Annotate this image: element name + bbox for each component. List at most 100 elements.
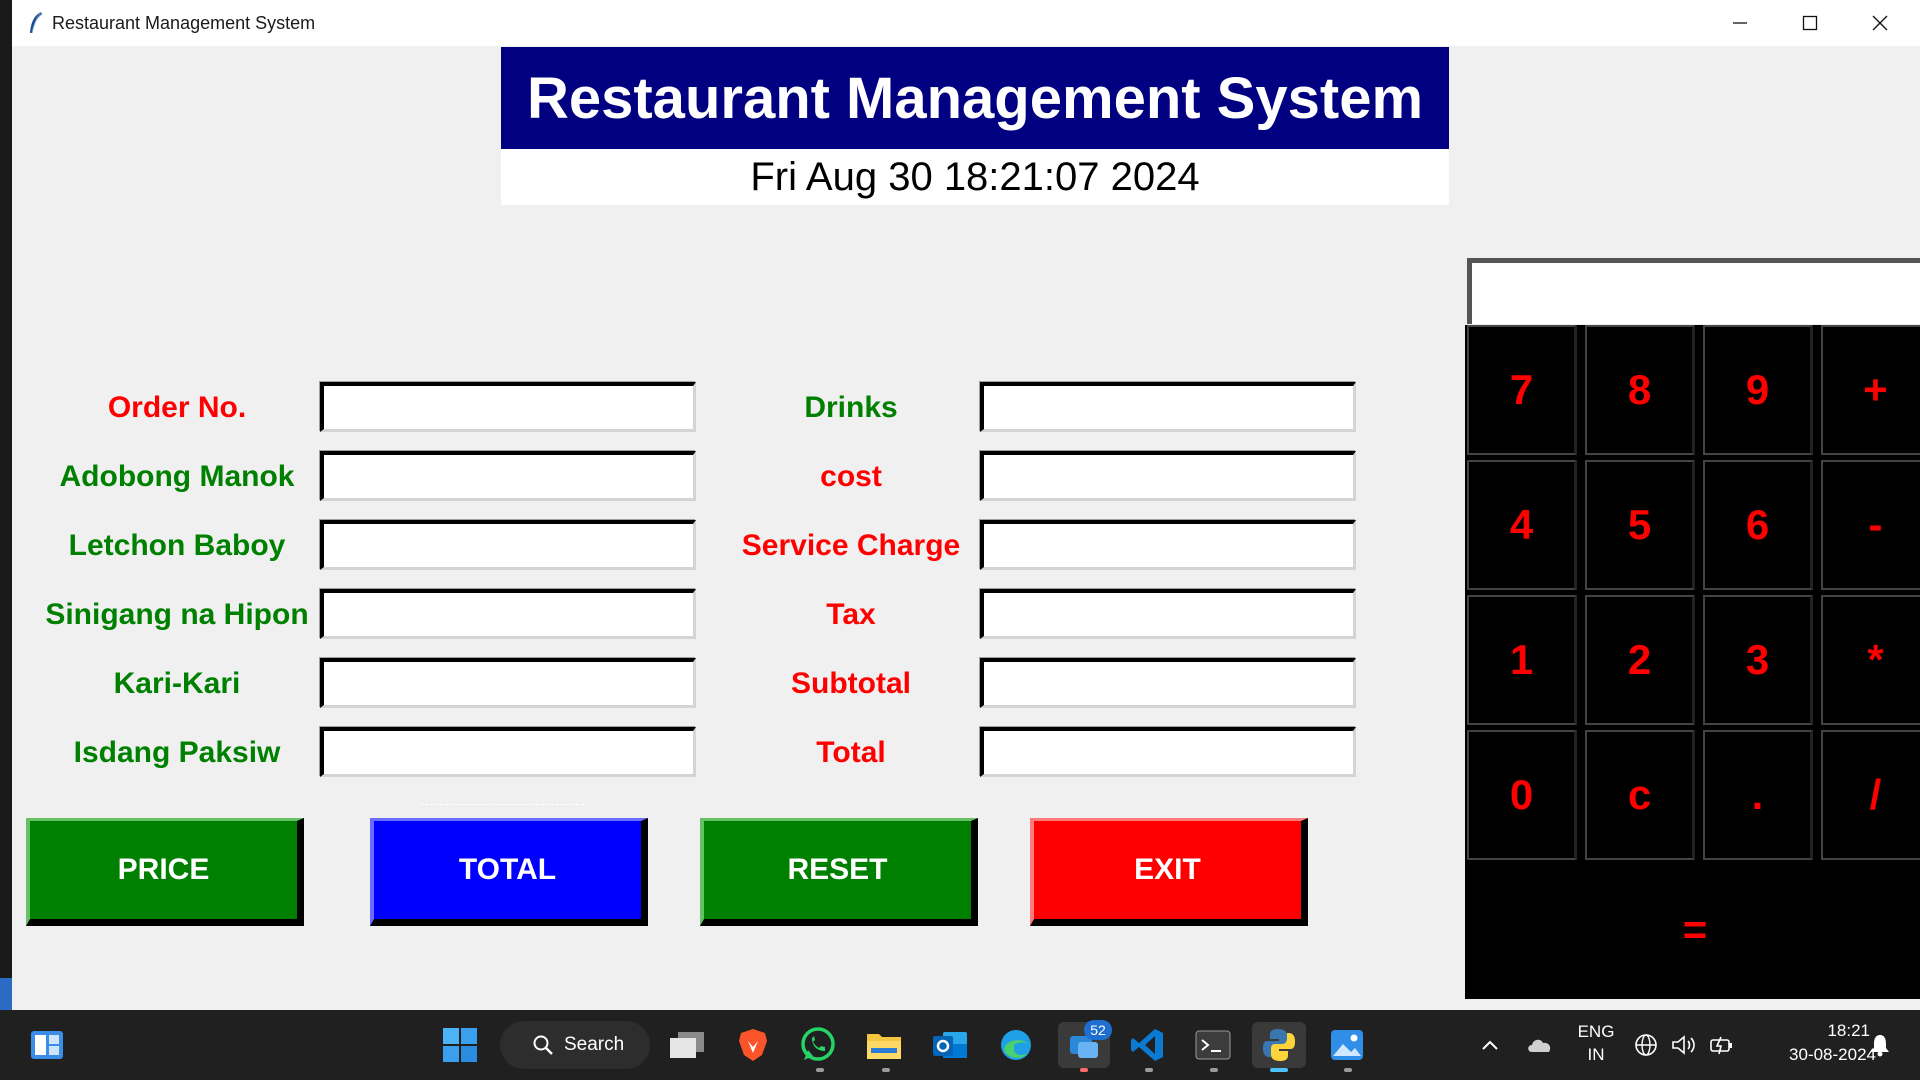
onedrive-button[interactable] — [1518, 1022, 1562, 1068]
minimize-icon — [1733, 22, 1747, 24]
label-kari-kari: Kari-Kari — [113, 667, 241, 700]
globe-icon — [1635, 1034, 1657, 1056]
adobong-manok-field[interactable] — [320, 451, 696, 501]
reset-button[interactable]: RESET — [700, 818, 978, 926]
maximize-button[interactable] — [1775, 0, 1845, 46]
taskbar: Search 52 ENG IN 18:21 30-08-2024 — [0, 1010, 1920, 1080]
running-indicator — [882, 1068, 890, 1072]
drinks-field[interactable] — [980, 382, 1356, 432]
key-4[interactable]: 4 — [1467, 460, 1577, 590]
task-view-button[interactable] — [664, 1022, 710, 1068]
label-subtotal: Subtotal — [791, 667, 911, 700]
file-explorer-button[interactable] — [861, 1022, 907, 1068]
teams-button[interactable]: 52 — [1058, 1020, 1112, 1068]
terminal-button[interactable] — [1190, 1022, 1236, 1068]
notification-badge: 52 — [1084, 1020, 1112, 1040]
service-charge-field[interactable] — [980, 520, 1356, 570]
key-8[interactable]: 8 — [1585, 325, 1695, 455]
calculator-display[interactable] — [1467, 258, 1920, 324]
title-bar: Restaurant Management System — [12, 0, 1920, 46]
key-9[interactable]: 9 — [1703, 325, 1813, 455]
label-order-no: Order No. — [107, 391, 247, 424]
vscode-button[interactable] — [1124, 1022, 1170, 1068]
chevron-up-icon — [1482, 1040, 1498, 1050]
label-letchon-baboy: Letchon Baboy — [68, 529, 286, 562]
whatsapp-icon — [801, 1027, 835, 1061]
key-7[interactable]: 7 — [1467, 325, 1577, 455]
date-band: Fri Aug 30 18:21:07 2024 — [501, 149, 1449, 205]
edge-browser-button[interactable] — [993, 1022, 1039, 1068]
key-minus[interactable]: - — [1821, 460, 1920, 590]
label-service-charge: Service Charge — [741, 529, 961, 562]
clock-time[interactable]: 18:21 — [1750, 1021, 1870, 1041]
key-3[interactable]: 3 — [1703, 595, 1813, 725]
cost-field[interactable] — [980, 451, 1356, 501]
brave-browser-button[interactable] — [730, 1022, 776, 1068]
outlook-icon — [933, 1032, 967, 1058]
key-clear[interactable]: c — [1585, 730, 1695, 860]
show-hidden-icons-button[interactable] — [1468, 1022, 1512, 1068]
key-6[interactable]: 6 — [1703, 460, 1813, 590]
window-title: Restaurant Management System — [52, 13, 316, 33]
exit-button[interactable]: EXIT — [1030, 818, 1308, 926]
python-icon — [1263, 1029, 1295, 1061]
kari-kari-field[interactable] — [320, 658, 696, 708]
taskbar-search[interactable]: Search — [500, 1021, 650, 1069]
minimize-button[interactable] — [1705, 0, 1775, 46]
total-field[interactable] — [980, 727, 1356, 777]
price-button[interactable]: PRICE — [26, 818, 304, 926]
key-decimal[interactable]: . — [1703, 730, 1813, 860]
whatsapp-button[interactable] — [795, 1022, 841, 1068]
search-label: Search — [564, 1034, 625, 1055]
network-button[interactable] — [1628, 1022, 1664, 1068]
key-plus[interactable]: + — [1821, 325, 1920, 455]
widgets-button[interactable] — [24, 1022, 70, 1068]
active-indicator — [1270, 1068, 1288, 1072]
key-0[interactable]: 0 — [1467, 730, 1577, 860]
key-5[interactable]: 5 — [1585, 460, 1695, 590]
tax-field[interactable] — [980, 589, 1356, 639]
running-indicator — [1145, 1068, 1153, 1072]
speaker-icon — [1672, 1035, 1695, 1055]
key-1[interactable]: 1 — [1467, 595, 1577, 725]
close-icon — [1872, 15, 1888, 31]
desktop-edge — [0, 0, 12, 1010]
battery-charging-icon — [1710, 1036, 1732, 1055]
subtotal-field[interactable] — [980, 658, 1356, 708]
label-total: Total — [816, 736, 886, 769]
battery-button[interactable] — [1704, 1022, 1740, 1068]
folder-icon — [867, 1034, 901, 1059]
order-no-field[interactable] — [320, 382, 696, 432]
volume-button[interactable] — [1666, 1022, 1702, 1068]
label-adobong-manok: Adobong Manok — [59, 460, 295, 493]
key-equals[interactable]: = — [1465, 865, 1920, 995]
total-button[interactable]: TOTAL — [370, 818, 648, 926]
letchon-baboy-field[interactable] — [320, 520, 696, 570]
language-code[interactable]: ENG — [1568, 1022, 1624, 1042]
isdang-paksiw-field[interactable] — [320, 727, 696, 777]
widgets-icon — [31, 1031, 63, 1059]
notifications-button[interactable] — [1858, 1022, 1902, 1068]
calculator-keypad: 7 8 9 + 4 5 6 - 1 2 3 * 0 c . / = — [1465, 325, 1920, 999]
python-app-button[interactable] — [1252, 1022, 1306, 1068]
running-indicator — [1210, 1068, 1218, 1072]
app-window: Restaurant Management System Restaurant … — [12, 0, 1920, 1010]
outlook-button[interactable] — [927, 1022, 973, 1068]
key-divide[interactable]: / — [1821, 730, 1920, 860]
desktop-accent — [0, 978, 12, 1010]
start-button[interactable] — [437, 1022, 483, 1068]
focus-dotted-line — [420, 804, 584, 805]
key-2[interactable]: 2 — [1585, 595, 1695, 725]
key-multiply[interactable]: * — [1821, 595, 1920, 725]
language-region[interactable]: IN — [1568, 1045, 1624, 1065]
task-view-icon — [670, 1032, 704, 1058]
running-indicator — [1344, 1068, 1352, 1072]
sinigang-na-hipon-field[interactable] — [320, 589, 696, 639]
bell-icon — [1871, 1035, 1889, 1057]
label-drinks: Drinks — [804, 391, 898, 424]
label-tax: Tax — [826, 598, 876, 631]
close-button[interactable] — [1845, 0, 1915, 46]
photos-button[interactable] — [1324, 1022, 1370, 1068]
search-icon — [533, 1035, 553, 1055]
photos-icon — [1331, 1030, 1363, 1060]
